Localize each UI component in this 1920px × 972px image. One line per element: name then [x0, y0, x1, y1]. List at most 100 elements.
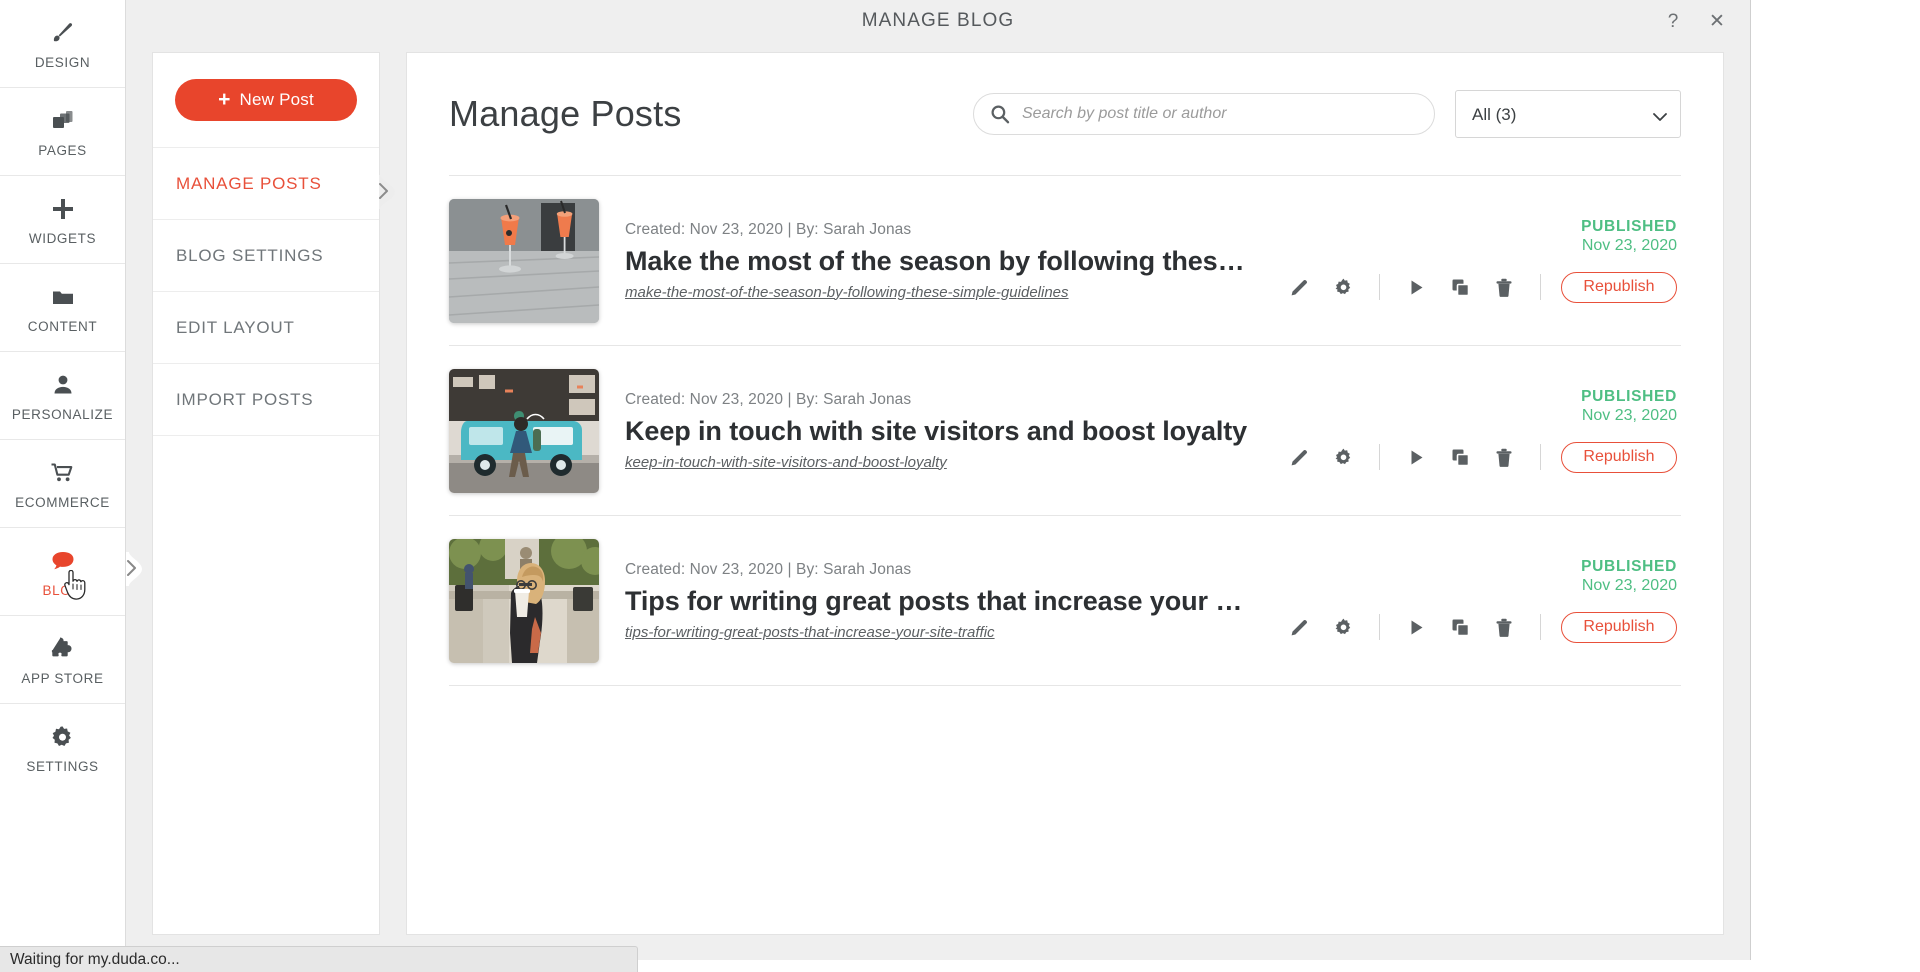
status-bar-text: Waiting for my.duda.co...	[10, 950, 180, 968]
menu-item-import-posts[interactable]: IMPORT POSTS	[153, 364, 379, 436]
post-settings-button[interactable]	[1321, 610, 1365, 644]
dialog-title: MANAGE BLOG	[861, 10, 1015, 31]
row-actions: Republish	[1277, 610, 1677, 644]
post-title[interactable]: Tips for writing great posts that increa…	[625, 586, 1257, 617]
action-divider	[1379, 274, 1380, 301]
person-icon	[48, 370, 78, 400]
sidebar-item-blog[interactable]: BLOG	[0, 528, 125, 616]
post-info: Created: Nov 23, 2020 | By: Sarah Jonas …	[625, 561, 1257, 641]
cart-icon	[48, 458, 78, 488]
menu-item-label: BLOG SETTINGS	[176, 245, 324, 265]
status-label: PUBLISHED	[1581, 557, 1677, 575]
post-title[interactable]: Keep in touch with site visitors and boo…	[625, 416, 1257, 447]
delete-post-button[interactable]	[1482, 270, 1526, 304]
dialog-header: MANAGE BLOG ? ✕	[126, 0, 1750, 42]
manage-blog-dialog: MANAGE BLOG ? ✕ + New Post MANAGE POSTS	[126, 0, 1751, 960]
sidebar-item-ecommerce[interactable]: ECOMMERCE	[0, 440, 125, 528]
duplicate-post-button[interactable]	[1438, 270, 1482, 304]
edit-post-button[interactable]	[1277, 610, 1321, 644]
sidebar-item-label: APP STORE	[21, 670, 104, 686]
preview-post-button[interactable]	[1394, 610, 1438, 644]
row-actions: Republish	[1277, 440, 1677, 474]
editor-sidebar-rail: DESIGN PAGES WIDGETS CONTENT PERSONALIZE…	[0, 0, 126, 972]
post-row: Created: Nov 23, 2020 | By: Sarah Jonas …	[449, 346, 1681, 516]
manage-posts-panel: Manage Posts All (3)	[406, 52, 1724, 935]
plus-icon	[48, 194, 78, 224]
status-date: Nov 23, 2020	[1581, 407, 1677, 425]
sidebar-item-label: DESIGN	[34, 54, 91, 70]
status-date: Nov 23, 2020	[1581, 237, 1677, 255]
sidebar-item-widgets[interactable]: WIDGETS	[0, 176, 125, 264]
dialog-controls: ? ✕	[1662, 0, 1728, 42]
menu-item-label: IMPORT POSTS	[176, 389, 314, 409]
post-status-filter-select[interactable]: All (3)	[1455, 90, 1681, 138]
editor-canvas-area	[1751, 0, 1920, 972]
sidebar-item-app-store[interactable]: APP STORE	[0, 616, 125, 704]
row-actions: Republish	[1277, 270, 1677, 304]
post-thumbnail[interactable]	[449, 538, 599, 663]
sidebar-item-personalize[interactable]: PERSONALIZE	[0, 352, 125, 440]
post-thumbnail[interactable]	[449, 198, 599, 323]
action-divider	[1379, 614, 1380, 641]
brush-icon	[48, 18, 78, 48]
search-input[interactable]	[973, 93, 1435, 135]
post-meta: Created: Nov 23, 2020 | By: Sarah Jonas	[625, 220, 912, 238]
sidebar-item-settings[interactable]: SETTINGS	[0, 704, 125, 792]
republish-button[interactable]: Republish	[1561, 271, 1677, 303]
close-icon[interactable]: ✕	[1706, 10, 1728, 32]
status-badge: PUBLISHED Nov 23, 2020	[1581, 557, 1677, 596]
preview-post-button[interactable]	[1394, 440, 1438, 474]
plus-icon: +	[218, 87, 231, 111]
post-actions-cluster: PUBLISHED Nov 23, 2020 Republish	[1257, 387, 1677, 474]
pages-icon	[48, 106, 78, 136]
sidebar-item-content[interactable]: CONTENT	[0, 264, 125, 352]
post-settings-button[interactable]	[1321, 270, 1365, 304]
republish-button[interactable]: Republish	[1561, 441, 1677, 473]
new-post-button[interactable]: + New Post	[175, 79, 357, 121]
duplicate-post-button[interactable]	[1438, 440, 1482, 474]
menu-item-blog-settings[interactable]: BLOG SETTINGS	[153, 220, 379, 292]
sidebar-item-label: BLOG	[42, 582, 83, 598]
browser-status-bar: Waiting for my.duda.co...	[0, 946, 638, 972]
search-container	[973, 93, 1435, 135]
delete-post-button[interactable]	[1482, 440, 1526, 474]
action-divider	[1379, 444, 1380, 471]
post-info: Created: Nov 23, 2020 | By: Sarah Jonas …	[625, 391, 1257, 471]
post-title[interactable]: Make the most of the season by following…	[625, 246, 1257, 277]
blog-side-menu: + New Post MANAGE POSTS BLOG SETTINGS ED…	[152, 52, 395, 935]
edit-post-button[interactable]	[1277, 270, 1321, 304]
post-row: Created: Nov 23, 2020 | By: Sarah Jonas …	[449, 516, 1681, 686]
sidebar-item-design[interactable]: DESIGN	[0, 0, 125, 88]
rail-collapse-chevron-icon[interactable]	[126, 552, 142, 586]
status-label: PUBLISHED	[1581, 387, 1677, 405]
new-post-area: + New Post	[153, 53, 379, 148]
post-thumbnail[interactable]	[449, 368, 599, 493]
status-label: PUBLISHED	[1581, 217, 1677, 235]
speech-bubble-icon	[48, 546, 78, 576]
post-slug-link[interactable]: tips-for-writing-great-posts-that-increa…	[625, 624, 995, 641]
menu-item-edit-layout[interactable]: EDIT LAYOUT	[153, 292, 379, 364]
action-divider	[1540, 614, 1541, 641]
post-slug-link[interactable]: make-the-most-of-the-season-by-following…	[625, 284, 1069, 301]
duplicate-post-button[interactable]	[1438, 610, 1482, 644]
sidebar-item-pages[interactable]: PAGES	[0, 88, 125, 176]
post-settings-button[interactable]	[1321, 440, 1365, 474]
preview-post-button[interactable]	[1394, 270, 1438, 304]
sidebar-item-label: ECOMMERCE	[15, 494, 110, 510]
menu-item-manage-posts[interactable]: MANAGE POSTS	[153, 148, 379, 220]
status-date: Nov 23, 2020	[1581, 577, 1677, 595]
status-badge: PUBLISHED Nov 23, 2020	[1581, 217, 1677, 256]
filter-container: All (3)	[1455, 90, 1681, 138]
app-root: DESIGN PAGES WIDGETS CONTENT PERSONALIZE…	[0, 0, 1920, 972]
menu-item-label: MANAGE POSTS	[176, 173, 322, 193]
delete-post-button[interactable]	[1482, 610, 1526, 644]
dialog-body: + New Post MANAGE POSTS BLOG SETTINGS ED…	[152, 52, 1724, 935]
post-slug-link[interactable]: keep-in-touch-with-site-visitors-and-boo…	[625, 454, 947, 471]
sidebar-item-label: SETTINGS	[26, 759, 99, 774]
edit-post-button[interactable]	[1277, 440, 1321, 474]
post-info: Created: Nov 23, 2020 | By: Sarah Jonas …	[625, 221, 1257, 301]
help-icon[interactable]: ?	[1662, 10, 1684, 32]
sidebar-item-label: PAGES	[38, 142, 87, 158]
action-divider	[1540, 444, 1541, 471]
republish-button[interactable]: Republish	[1561, 611, 1677, 643]
